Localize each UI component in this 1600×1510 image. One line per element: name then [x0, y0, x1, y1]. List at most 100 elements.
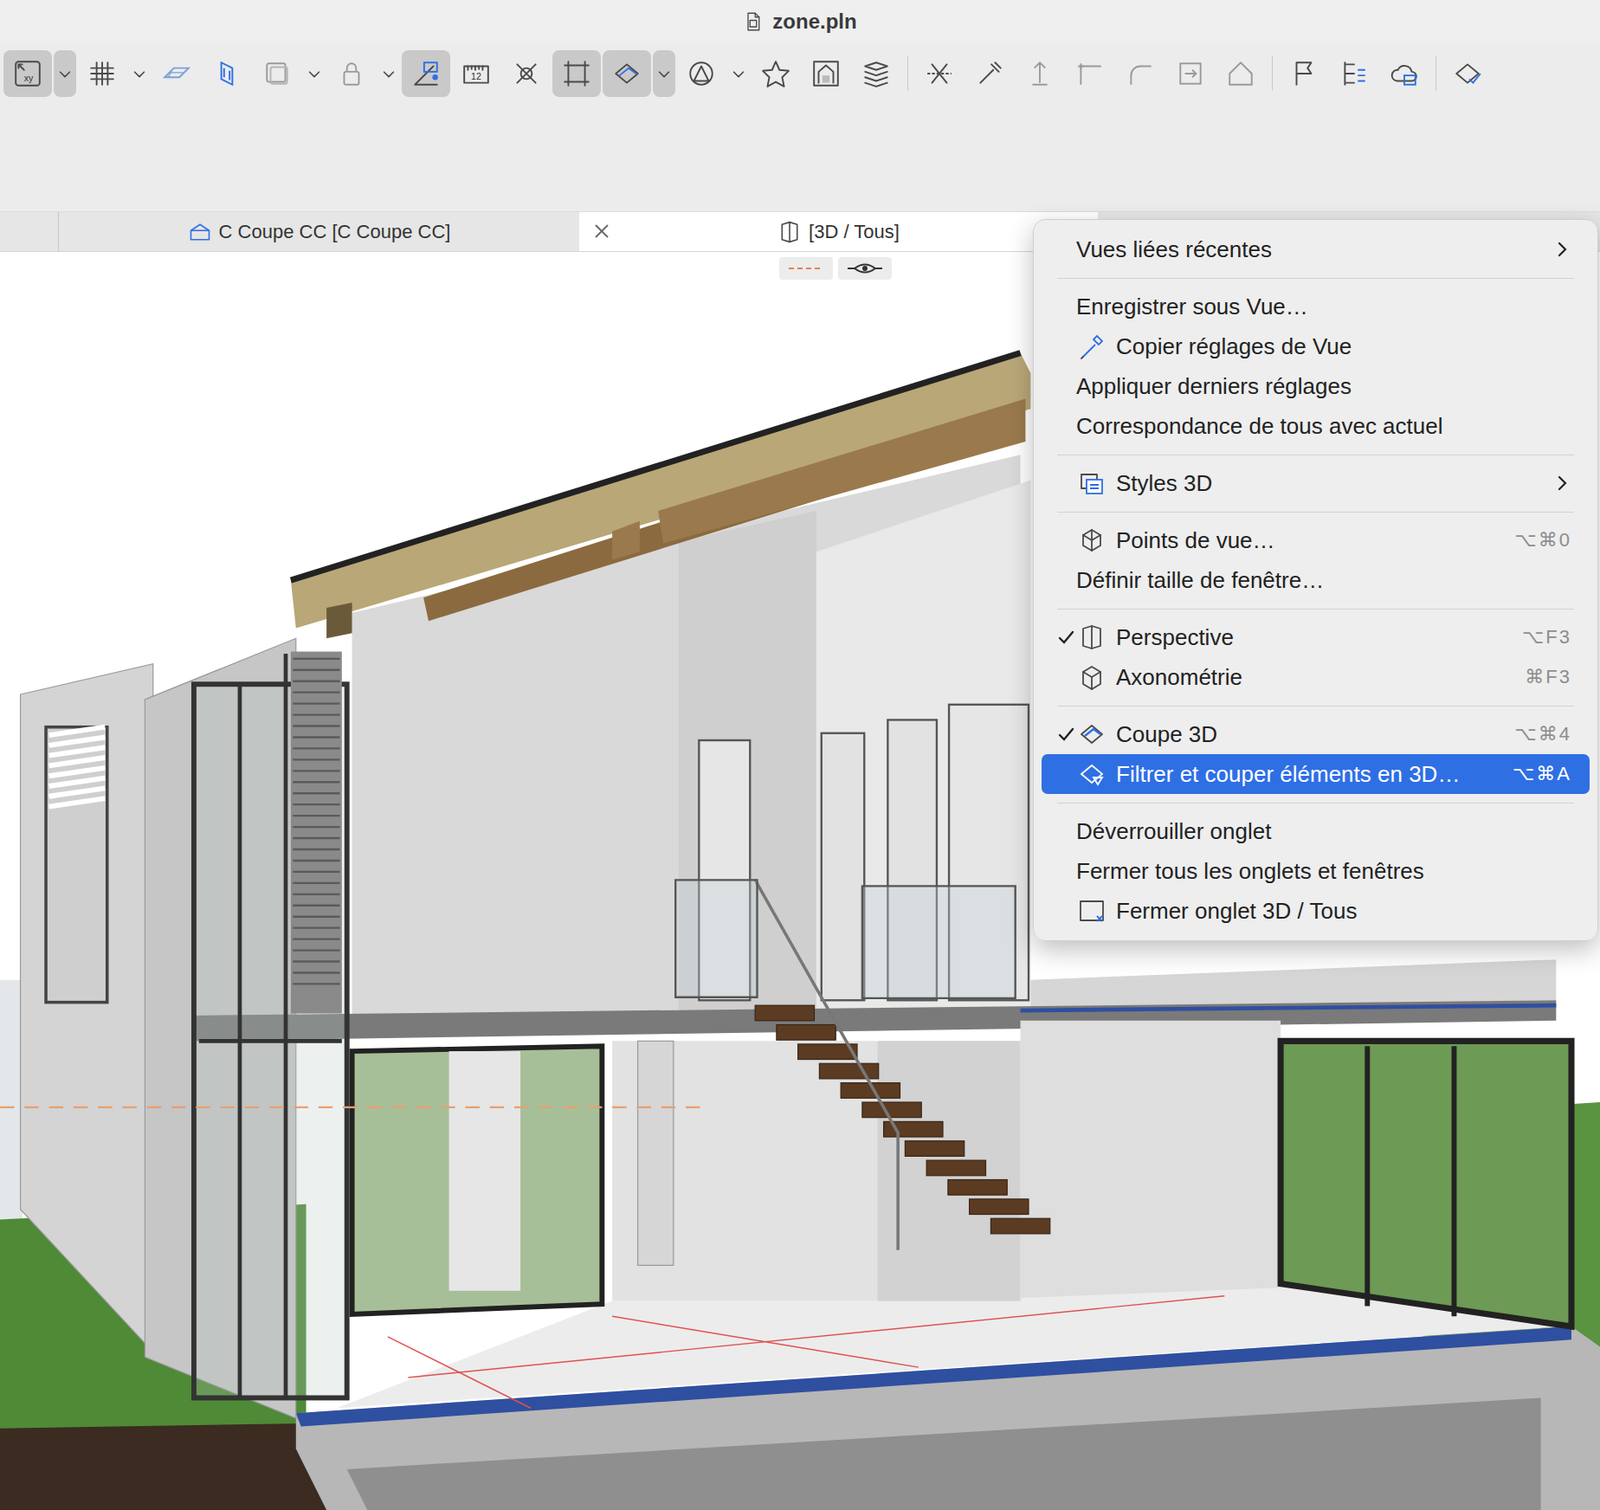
- menu-item[interactable]: Points de vue…⌥⌘0: [1041, 520, 1590, 561]
- tab-close-button[interactable]: [591, 220, 613, 242]
- axonometry-icon: [1077, 663, 1106, 691]
- coords-icon: xy: [12, 58, 43, 89]
- menu-item-shortcut: ⌥⌘4: [1514, 722, 1572, 746]
- menu-item[interactable]: Déverrouiller onglet: [1041, 811, 1590, 852]
- menu-item[interactable]: Appliquer derniers réglages: [1041, 366, 1590, 407]
- tab[interactable]: C Coupe CC [C Coupe CC]: [58, 212, 580, 252]
- menu-item[interactable]: Copier réglages de Vue: [1041, 326, 1590, 367]
- menu-item-icon-box: [1076, 896, 1108, 925]
- toolbar-button[interactable]: [252, 50, 302, 97]
- toolbar-button[interactable]: [327, 50, 376, 97]
- menu-item[interactable]: Perspective⌥F3: [1041, 617, 1590, 658]
- perspective-icon: [777, 219, 802, 245]
- toolbar-button[interactable]: [77, 50, 127, 97]
- toolbar-button[interactable]: [202, 50, 252, 97]
- menu-separator: [1057, 269, 1575, 287]
- toolbar-button[interactable]: [851, 50, 901, 97]
- menu-item-label: Fermer tous les onglets et fenêtres: [1076, 858, 1572, 885]
- menu-item-label: Vues liées récentes: [1076, 236, 1555, 264]
- chevron-down-icon: [656, 65, 672, 82]
- menu-item[interactable]: Styles 3D: [1041, 463, 1590, 504]
- toolbar-button[interactable]: [1015, 50, 1065, 97]
- toolbar-button[interactable]: [1443, 50, 1492, 97]
- dashed-line-icon: [787, 261, 826, 276]
- dropdown-button[interactable]: [303, 50, 326, 97]
- checkmark-icon: [1057, 628, 1075, 646]
- chevron-down-icon: [380, 65, 397, 82]
- toolbar-button[interactable]: [401, 50, 451, 97]
- menu-separator: [1057, 445, 1575, 464]
- toolbar-button[interactable]: [1380, 50, 1429, 97]
- check-icon: [1452, 58, 1483, 89]
- dropdown-button[interactable]: [377, 50, 400, 97]
- toolbar-button[interactable]: 12: [451, 50, 501, 97]
- menu-item-shortcut: ⌥F3: [1522, 625, 1572, 649]
- menu-item-label: Enregistrer sous Vue…: [1076, 293, 1572, 321]
- menu-item-icon-box: [1076, 332, 1108, 361]
- menu-item-icon-box: [1076, 526, 1108, 555]
- menu-item-label: Correspondance de tous avec actuel: [1076, 412, 1572, 440]
- ortho-icon: [411, 58, 441, 89]
- toolbar-button[interactable]: [915, 50, 964, 97]
- gravity-icon: [212, 58, 242, 89]
- dropdown-button[interactable]: [53, 50, 77, 97]
- menu-item-icon-box: [1076, 760, 1108, 788]
- menu-item[interactable]: Définir taille de fenêtre…: [1041, 560, 1590, 600]
- menu-item[interactable]: Fermer tous les onglets et fenêtres: [1041, 851, 1590, 891]
- toolbar-button[interactable]: [502, 50, 551, 97]
- toolbar-separator: [1271, 56, 1273, 91]
- cloud-icon: [1389, 58, 1420, 89]
- menu-item-label: Définir taille de fenêtre…: [1076, 567, 1572, 594]
- tab-label: [3D / Tous]: [808, 220, 900, 244]
- dropdown-button[interactable]: [652, 50, 676, 97]
- tab-label: C Coupe CC [C Coupe CC]: [219, 220, 452, 244]
- toolbar-button[interactable]: [1279, 50, 1329, 97]
- section-indicator[interactable]: [779, 257, 833, 280]
- close-icon: [1077, 896, 1106, 925]
- menu-item[interactable]: Axonométrie⌘F3: [1041, 657, 1590, 697]
- menu-item[interactable]: Filtrer et couper éléments en 3D…⌥⌘A: [1041, 754, 1590, 794]
- dropdown-button[interactable]: [128, 50, 151, 97]
- menu-item-icon-box: [1076, 720, 1108, 749]
- section-icon: [187, 219, 213, 245]
- dropdown-button[interactable]: [727, 50, 750, 97]
- menu-item-label: Perspective: [1116, 624, 1523, 652]
- toolbar-button[interactable]: [152, 50, 201, 97]
- menu-item-icon-box: [1076, 663, 1108, 691]
- menu-item[interactable]: Vues liées récentes: [1041, 229, 1590, 270]
- toolbar-button[interactable]: [1216, 50, 1265, 97]
- window-title: zone.pln: [772, 9, 857, 34]
- toolbar-button[interactable]: [552, 50, 601, 97]
- menu-item-label: Fermer onglet 3D / Tous: [1116, 897, 1572, 925]
- toolbar-button[interactable]: [602, 50, 652, 97]
- eye-icon: [845, 261, 884, 276]
- menu-item[interactable]: Enregistrer sous Vue…: [1041, 286, 1590, 327]
- toolbar-button[interactable]: [801, 50, 851, 97]
- offset-icon: [1175, 58, 1206, 89]
- title-bar: zone.pln: [0, 0, 1600, 44]
- toolbar-button[interactable]: [751, 50, 800, 97]
- view-indicators: [779, 257, 892, 280]
- styles-icon: [1077, 469, 1106, 497]
- menu-check: [1057, 628, 1077, 646]
- toolbar-button[interactable]: [1116, 50, 1165, 97]
- visibility-indicator[interactable]: [838, 257, 892, 280]
- toolbar-button[interactable]: [1329, 50, 1379, 97]
- tab[interactable]: [3D / Tous]: [579, 212, 1098, 252]
- menu-item[interactable]: Fermer onglet 3D / Tous: [1041, 890, 1590, 931]
- list-icon: [1339, 58, 1369, 89]
- toolbar-button[interactable]: [965, 50, 1014, 97]
- menu-item-label: Axonométrie: [1116, 664, 1525, 691]
- toolbar-button[interactable]: [1065, 50, 1115, 97]
- menu-item-icon-box: [1076, 623, 1108, 652]
- fillet-icon: [1125, 58, 1155, 89]
- menu-item-icon-box: [1076, 469, 1108, 497]
- toolbar-button[interactable]: [677, 50, 726, 97]
- menu-item[interactable]: Coupe 3D⌥⌘4: [1041, 714, 1590, 755]
- menu-separator: [1057, 503, 1575, 521]
- corner-icon: [1075, 58, 1105, 89]
- chevron-right-icon: [1554, 474, 1572, 492]
- toolbar-button[interactable]: xy: [3, 50, 52, 97]
- toolbar-button[interactable]: [1166, 50, 1215, 97]
- menu-item[interactable]: Correspondance de tous avec actuel: [1041, 406, 1590, 446]
